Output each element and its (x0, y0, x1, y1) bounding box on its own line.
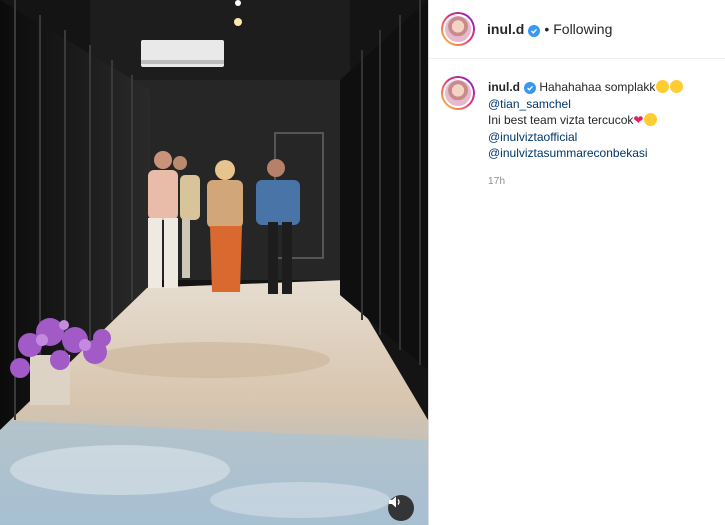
mention-link[interactable]: @inulviztasummareconbekasi (488, 145, 683, 162)
caption-username[interactable]: inul.d (488, 80, 520, 94)
mention-link[interactable]: @tian_samchel (488, 96, 683, 113)
video-frame (0, 0, 428, 525)
caption-body: inul.d Hahahahaa somplakk @tian_samchel … (488, 79, 684, 191)
speaker-icon (389, 496, 400, 508)
verified-badge-icon (528, 25, 541, 37)
following-button[interactable]: Following (553, 21, 612, 37)
caption-text-line1: Hahahahaa somplakk (539, 80, 656, 94)
avatar[interactable] (441, 76, 475, 110)
caption-comment: inul.d Hahahahaa somplakk @tian_samchel … (441, 76, 716, 190)
header-username[interactable]: inul.d (487, 21, 541, 37)
mention-link[interactable]: @inulviztaofficial (488, 129, 683, 146)
avatar[interactable] (441, 12, 475, 46)
post-video[interactable] (0, 0, 428, 525)
laughing-emoji-icon (644, 113, 658, 126)
separator-dot: • (544, 21, 550, 37)
caption-text-line2: Ini best team vizta tercucok (488, 113, 634, 127)
verified-badge-icon (524, 82, 536, 94)
heart-icon: ❤ (633, 113, 644, 127)
post-header: inul.d • Following (429, 0, 725, 59)
mute-button[interactable] (388, 495, 414, 521)
post-timestamp[interactable]: 17h (488, 174, 683, 191)
post-side-panel: inul.d • Following inul.d Hahahahaa somp… (428, 0, 725, 525)
laughing-emoji-icon (656, 80, 670, 93)
smile-emoji-icon (670, 80, 684, 93)
